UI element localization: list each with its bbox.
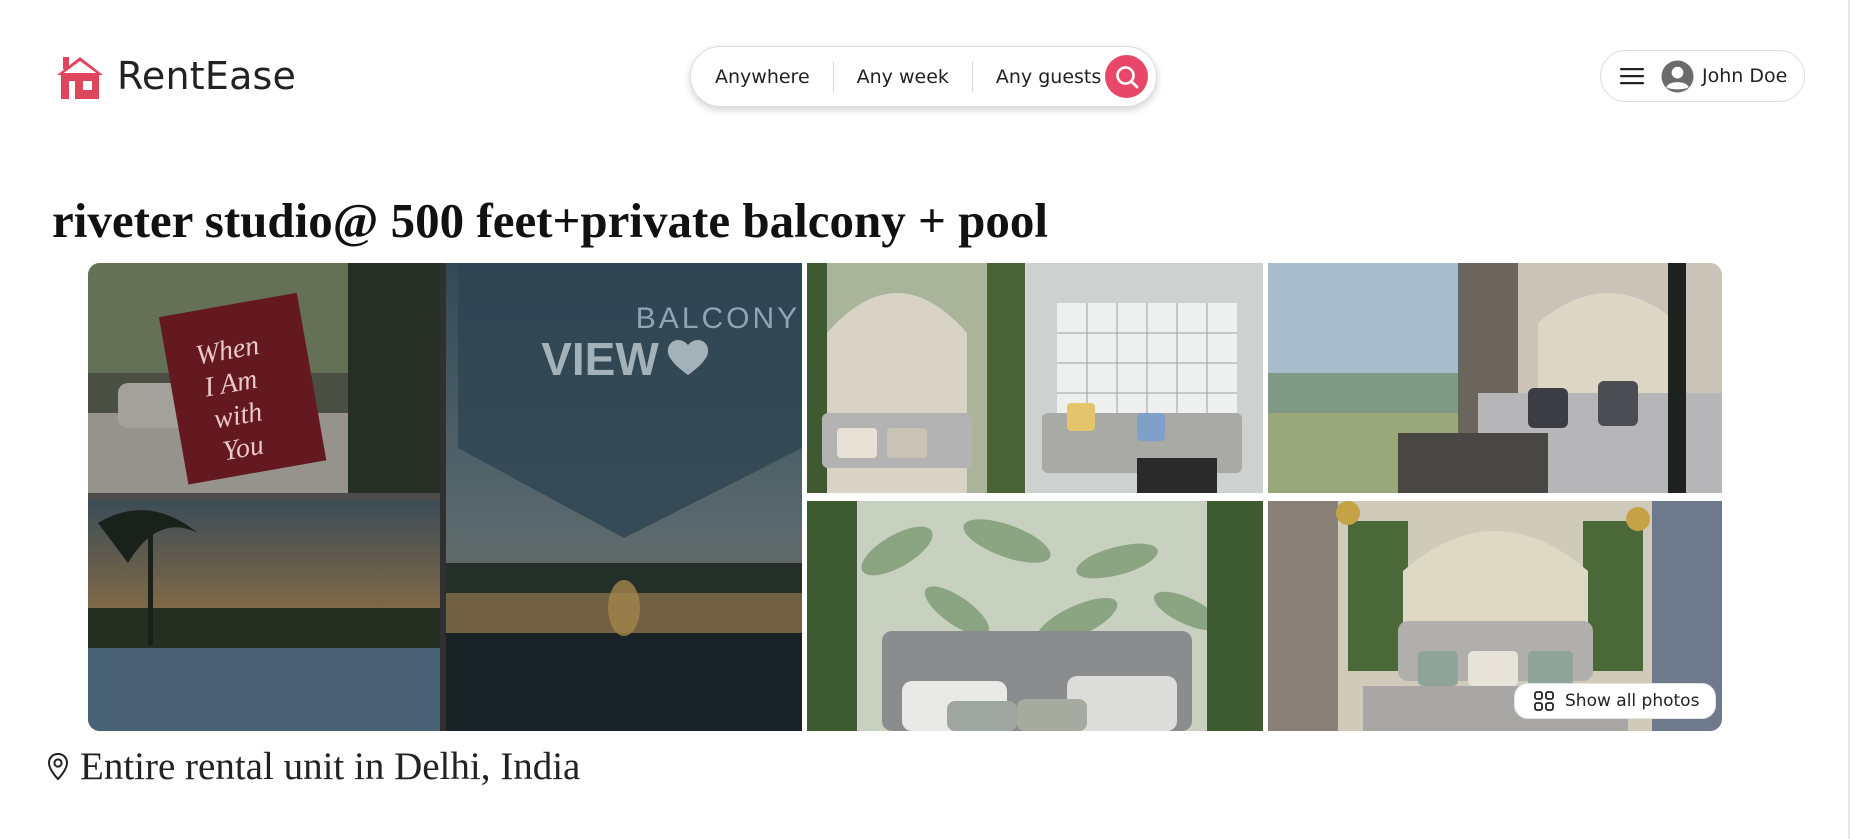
search-bar[interactable]: Anywhere Any week Any guests [690,46,1157,107]
user-name: John Doe [1702,65,1788,87]
brand-logo[interactable]: RentEase [55,48,296,103]
location-text: Entire rental unit in Delhi, India [80,745,581,788]
search-who[interactable]: Any guests [996,66,1101,88]
balcony-caption: BALCONY [636,302,800,335]
listing-page: RentEase Anywhere Any week Any guests Jo… [0,0,1850,839]
house-logo-icon [57,56,103,99]
photo-collage-main[interactable]: When I Am with You BALCONY VIEW [88,263,802,731]
show-all-photos-label: Show all photos [1565,691,1700,711]
hamburger-icon [1619,65,1645,87]
show-all-photos-button[interactable]: Show all photos [1514,683,1717,719]
search-icon [1115,65,1138,88]
top-nav: RentEase Anywhere Any week Any guests Jo… [0,0,1850,150]
search-button[interactable] [1105,55,1148,98]
photo-gallery: When I Am with You BALCONY VIEW [88,263,1722,731]
photo-bedroom-balcony[interactable] [1268,263,1722,493]
listing-title: riveter studio@ 500 feet+private balcony… [52,193,1049,248]
search-divider [971,61,973,92]
photo-bed-tropical-wallpaper[interactable] [807,501,1263,731]
brand-name: RentEase [117,53,297,98]
map-pin-icon [47,752,69,780]
user-avatar-icon [1661,59,1694,93]
search-where[interactable]: Anywhere [715,66,810,88]
photo-living-room[interactable] [807,263,1263,493]
search-when[interactable]: Any week [857,66,949,88]
user-menu-button[interactable]: John Doe [1600,50,1805,102]
view-caption: VIEW [541,333,659,385]
grid-icon [1534,691,1554,711]
listing-location: Entire rental unit in Delhi, India [46,744,580,789]
search-divider [832,61,834,92]
